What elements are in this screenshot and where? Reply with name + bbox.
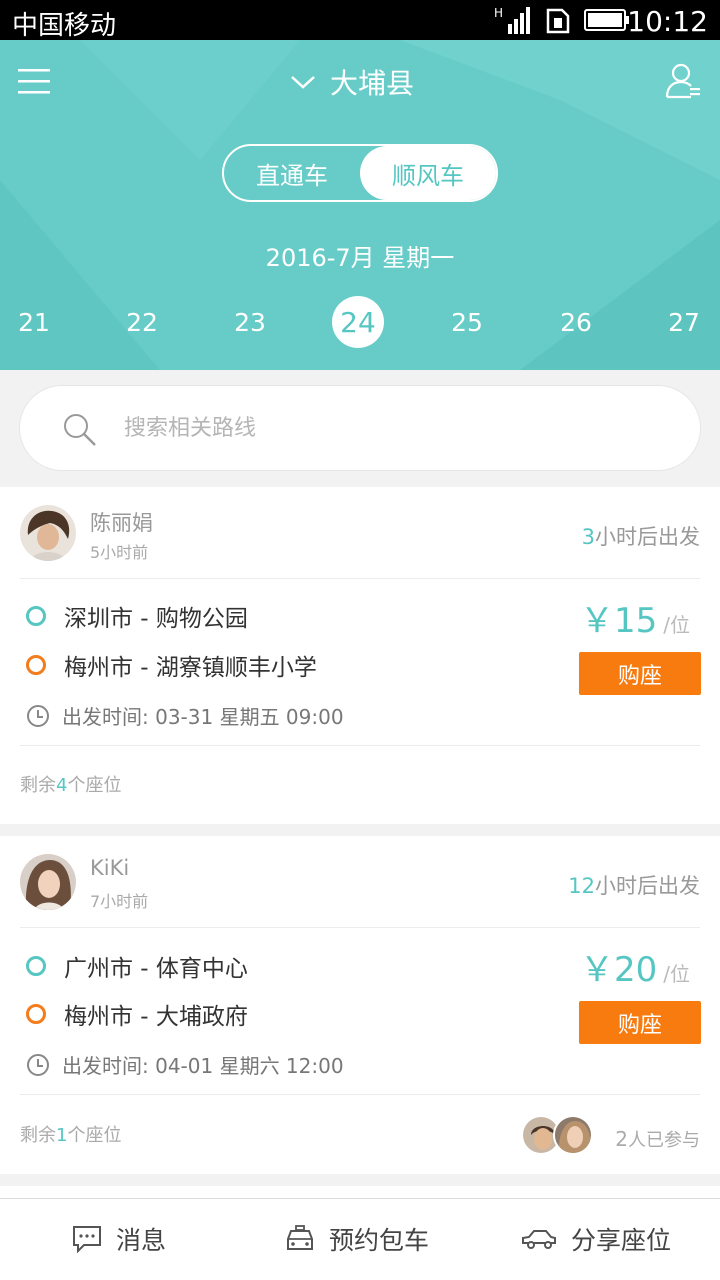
divider	[20, 745, 700, 746]
date-item[interactable]: 25	[441, 296, 493, 348]
seats-count: 4	[56, 775, 68, 796]
origin-label: 广州市 - 体育中心	[64, 956, 248, 982]
ride-mode-toggle[interactable]: 直通车 顺风车	[222, 144, 498, 202]
header: 大埔县 直通车 顺风车 2016-7月 星期一 21 22 23 24 25 2…	[0, 40, 720, 370]
clock: 10:12	[627, 5, 708, 38]
origin-dot-icon	[26, 956, 46, 976]
clock-icon	[27, 1053, 49, 1076]
joined-suffix: 人已参与	[628, 1130, 700, 1151]
seats-prefix: 剩余	[20, 1125, 56, 1146]
user-profile-icon[interactable]	[664, 62, 702, 100]
chevron-down-icon	[291, 76, 315, 89]
city-name: 大埔县	[330, 67, 415, 100]
origin-row: 广州市 - 体育中心	[26, 949, 248, 983]
tab-label: 预约包车	[329, 1226, 430, 1255]
month-label: 2016-7月 星期一	[265, 244, 455, 272]
destination-row: 梅州市 - 大埔政府	[26, 997, 248, 1031]
battery-icon	[584, 9, 629, 31]
driver-name: 陈丽娟	[90, 511, 153, 535]
destination-dot-icon	[26, 1004, 46, 1024]
countdown-suffix: 小时后出发	[595, 874, 700, 898]
price-value: ￥20	[579, 950, 658, 990]
trip-card[interactable]: 陈丽娟 5小时前 3小时后出发 深圳市 - 购物公园 梅州市 - 湖寮镇顺丰小学…	[0, 487, 720, 824]
status-bar: 中国移动 H 10:12	[0, 0, 720, 41]
destination-row: 梅州市 - 湖寮镇顺丰小学	[26, 648, 317, 682]
tab-label: 分享座位	[571, 1226, 672, 1255]
departure-time-row: 出发时间: 04-01 星期六 12:00	[26, 1050, 344, 1079]
countdown-hours: 3	[581, 525, 595, 549]
divider	[20, 578, 700, 579]
tab-messages[interactable]: 消息	[72, 1219, 166, 1259]
destination-label: 梅州市 - 湖寮镇顺丰小学	[64, 655, 317, 681]
search-icon	[64, 414, 96, 446]
buy-seat-button[interactable]: 购座	[579, 1001, 701, 1044]
mode-direct-bus[interactable]: 直通车	[224, 146, 360, 200]
joined-number: 2	[615, 1127, 628, 1151]
buy-seat-button[interactable]: 购座	[579, 652, 701, 695]
destination-label: 梅州市 - 大埔政府	[64, 1004, 248, 1030]
countdown-hours: 12	[568, 874, 595, 898]
price: ￥15/位	[580, 593, 690, 642]
tab-book-charter[interactable]: 预约包车	[285, 1219, 429, 1259]
date-strip: 21 22 23 24 25 26 27	[0, 296, 720, 352]
signal-icon: H	[494, 6, 530, 34]
avatar	[20, 505, 76, 561]
price: ￥20/位	[580, 942, 690, 991]
date-item[interactable]: 22	[116, 296, 168, 348]
tab-share-seat[interactable]: 分享座位	[521, 1219, 671, 1259]
departure-time: 出发时间: 03-31 星期五 09:00	[62, 705, 344, 729]
car-icon	[522, 1230, 556, 1249]
origin-row: 深圳市 - 购物公园	[26, 599, 248, 633]
seats-remaining: 剩余4个座位	[20, 771, 121, 797]
seats-suffix: 个座位	[67, 775, 122, 796]
date-item[interactable]: 23	[224, 296, 276, 348]
message-icon	[73, 1226, 101, 1253]
avatar	[20, 854, 76, 910]
date-item[interactable]: 26	[550, 296, 602, 348]
participant-avatar	[553, 1115, 593, 1155]
price-unit: /位	[663, 962, 690, 986]
seats-suffix: 个座位	[67, 1125, 122, 1146]
city-selector[interactable]: 大埔县	[290, 62, 414, 102]
carrier-label: 中国移动	[12, 11, 117, 41]
countdown-suffix: 小时后出发	[595, 525, 700, 549]
clock-icon	[27, 704, 49, 727]
seats-count: 1	[56, 1125, 68, 1146]
driver-name: KiKi	[90, 856, 130, 880]
sim-card-icon	[546, 8, 570, 34]
trip-card[interactable]: KiKi 7小时前 12小时后出发 广州市 - 体育中心 梅州市 - 大埔政府 …	[0, 836, 720, 1174]
taxi-icon	[287, 1225, 313, 1250]
departure-time: 出发时间: 04-01 星期六 12:00	[62, 1054, 344, 1078]
price-value: ￥15	[579, 601, 658, 641]
price-unit: /位	[663, 613, 690, 637]
divider	[20, 927, 700, 928]
destination-dot-icon	[26, 655, 46, 675]
mode-carpool[interactable]: 顺风车	[360, 146, 496, 200]
departure-countdown: 12小时后出发	[568, 870, 700, 900]
date-item[interactable]: 27	[658, 296, 710, 348]
departure-countdown: 3小时后出发	[582, 521, 700, 551]
departure-time-row: 出发时间: 03-31 星期五 09:00	[26, 701, 344, 730]
search-input[interactable]	[124, 408, 644, 448]
posted-time: 5小时前	[90, 543, 149, 562]
participants-count: 2人已参与	[615, 1126, 700, 1152]
seats-remaining: 剩余1个座位	[20, 1121, 121, 1147]
date-item-selected[interactable]: 24	[332, 296, 384, 348]
divider	[20, 1094, 700, 1095]
posted-time: 7小时前	[90, 892, 149, 911]
date-item[interactable]: 21	[8, 296, 60, 348]
search-bar	[19, 385, 701, 471]
origin-label: 深圳市 - 购物公园	[64, 606, 248, 632]
tab-label: 消息	[116, 1226, 167, 1255]
menu-icon[interactable]	[18, 66, 50, 96]
bottom-tab-bar: 消息 预约包车 分享座位	[0, 1198, 720, 1280]
origin-dot-icon	[26, 606, 46, 626]
svg-text:H: H	[494, 6, 503, 20]
seats-prefix: 剩余	[20, 775, 56, 796]
